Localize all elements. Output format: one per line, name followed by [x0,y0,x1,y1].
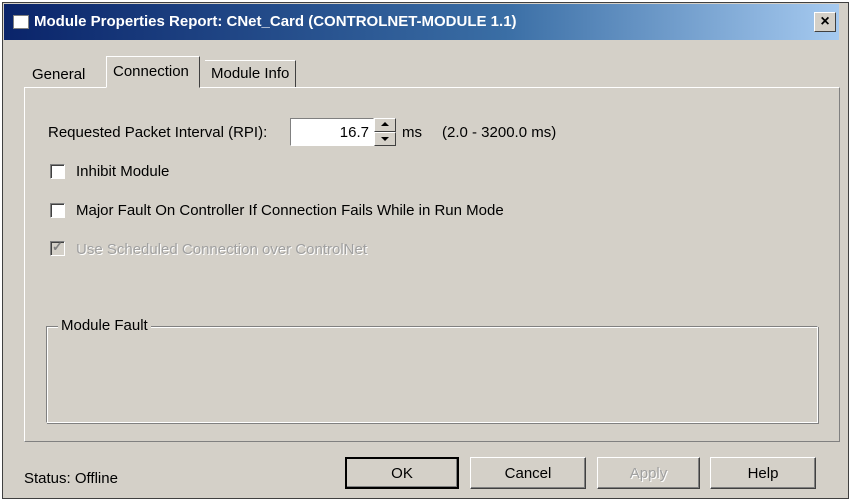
close-icon[interactable]: × [814,12,836,32]
major-fault-checkbox[interactable] [50,203,65,218]
module-fault-label: Module Fault [58,317,151,334]
scheduled-connection-label: Use Scheduled Connection over ControlNet [76,241,367,258]
tab-general[interactable]: General [32,66,85,83]
major-fault-label[interactable]: Major Fault On Controller If Connection … [76,202,504,219]
ok-button[interactable]: OK [345,457,459,489]
status-text: Status: Offline [24,470,118,487]
title-bar[interactable]: Module Properties Report: CNet_Card (CON… [4,4,839,40]
rpi-range: (2.0 - 3200.0 ms) [442,124,557,141]
inhibit-module-checkbox[interactable] [50,164,65,179]
inhibit-module-label[interactable]: Inhibit Module [76,163,169,180]
rpi-label: Requested Packet Interval (RPI): [48,124,268,141]
spin-up-icon[interactable] [374,118,396,132]
scheduled-connection-checkbox [50,239,65,256]
module-fault-group [46,326,818,423]
rpi-input[interactable] [290,118,374,146]
window-icon [13,15,29,29]
rpi-unit: ms [402,124,422,141]
spin-down-icon[interactable] [374,132,396,146]
rpi-spinner[interactable] [374,118,396,146]
tab-module-info[interactable]: Module Info [205,60,297,88]
window-title: Module Properties Report: CNet_Card (CON… [34,13,517,30]
help-button[interactable]: Help [710,457,816,489]
cancel-button[interactable]: Cancel [470,457,586,489]
apply-button: Apply [597,457,700,489]
tab-connection[interactable]: Connection [106,56,200,88]
